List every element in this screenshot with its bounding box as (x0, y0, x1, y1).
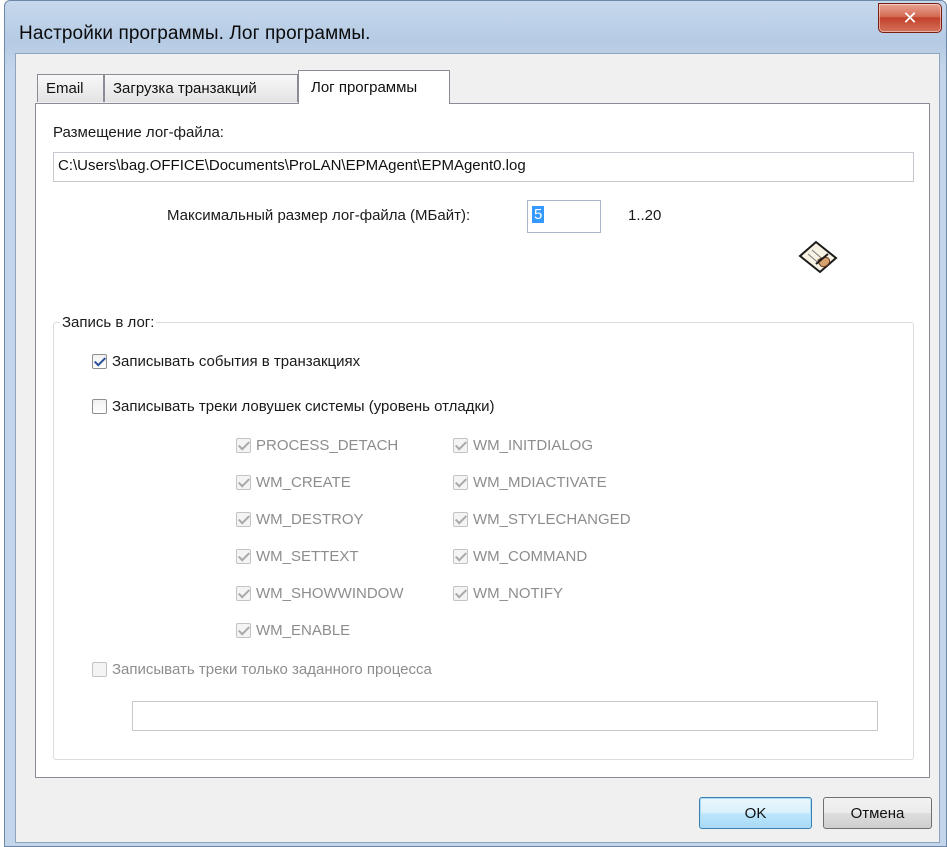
log-writing-group: Запись в лог: Записывать события в транз… (53, 314, 914, 760)
tab-email[interactable]: Email (37, 74, 104, 102)
hook-label: WM_STYLECHANGED (473, 511, 631, 528)
write-hook-traces-label: Записывать треки ловушек системы (уровен… (112, 398, 495, 415)
checkbox-box (453, 475, 468, 490)
hook-wm-create-checkbox[interactable]: WM_CREATE (236, 474, 351, 491)
max-size-value: 5 (532, 206, 545, 223)
hook-wm-stylechanged-checkbox[interactable]: WM_STYLECHANGED (453, 511, 631, 528)
tab-program-log[interactable]: Лог программы (298, 70, 450, 104)
hook-wm-notify-checkbox[interactable]: WM_NOTIFY (453, 585, 563, 602)
checkbox-box (453, 549, 468, 564)
close-icon: ✕ (902, 7, 918, 28)
hook-wm-destroy-checkbox[interactable]: WM_DESTROY (236, 511, 364, 528)
process-name-input[interactable] (132, 701, 878, 731)
hook-label: WM_CREATE (256, 474, 351, 491)
dialog-client-area: Email Загрузка транзакций Лог программы … (15, 53, 940, 843)
hook-label: WM_SHOWWINDOW (256, 585, 404, 602)
close-button[interactable]: ✕ (878, 3, 942, 33)
hook-wm-initdialog-checkbox[interactable]: WM_INITDIALOG (453, 437, 593, 454)
hook-wm-command-checkbox[interactable]: WM_COMMAND (453, 548, 587, 565)
write-transactions-checkbox[interactable]: Записывать события в транзакциях (92, 353, 360, 370)
window-title: Настройки программы. Лог программы. (19, 23, 371, 44)
hook-label: WM_NOTIFY (473, 585, 563, 602)
max-size-label: Максимальный размер лог-файла (МБайт): (167, 207, 471, 224)
only-process-checkbox[interactable]: Записывать треки только заданного процес… (92, 661, 432, 678)
checkbox-box (236, 512, 251, 527)
hook-label: WM_DESTROY (256, 511, 364, 528)
checkbox-box (453, 438, 468, 453)
hook-wm-mdiactivate-checkbox[interactable]: WM_MDIACTIVATE (453, 474, 607, 491)
hook-process-detach-checkbox[interactable]: PROCESS_DETACH (236, 437, 398, 454)
ok-button[interactable]: OK (699, 797, 812, 829)
tab-transaction-loading[interactable]: Загрузка транзакций (104, 74, 298, 102)
checkbox-box (92, 662, 107, 677)
dialog-window: Настройки программы. Лог программы. ✕ Em… (4, 0, 947, 847)
hook-label: WM_MDIACTIVATE (473, 474, 607, 491)
notepad-pen-icon (798, 240, 838, 274)
cancel-button[interactable]: Отмена (823, 797, 932, 829)
checkbox-box (92, 354, 107, 369)
checkbox-box (453, 586, 468, 601)
hook-wm-showwindow-checkbox[interactable]: WM_SHOWWINDOW (236, 585, 403, 602)
tab-panel-program-log: Размещение лог-файла: C:\Users\bag.OFFIC… (35, 103, 930, 778)
checkbox-box (453, 512, 468, 527)
checkbox-box (236, 586, 251, 601)
checkbox-box (236, 549, 251, 564)
hook-label: WM_SETTEXT (256, 548, 359, 565)
checkbox-box (92, 399, 107, 414)
max-size-input[interactable]: 5 (527, 200, 601, 233)
log-file-path-input[interactable]: C:\Users\bag.OFFICE\Documents\ProLAN\EPM… (53, 152, 914, 182)
write-hook-traces-checkbox[interactable]: Записывать треки ловушек системы (уровен… (92, 398, 494, 415)
write-transactions-label: Записывать события в транзакциях (112, 353, 361, 370)
log-writing-group-label: Запись в лог: (60, 314, 157, 331)
log-file-location-label: Размещение лог-файла: (53, 124, 224, 141)
hook-label: PROCESS_DETACH (256, 437, 399, 454)
hook-label: WM_ENABLE (256, 622, 351, 639)
checkbox-box (236, 623, 251, 638)
checkbox-box (236, 438, 251, 453)
hook-label: WM_INITDIALOG (473, 437, 594, 454)
checkbox-box (236, 475, 251, 490)
hook-wm-settext-checkbox[interactable]: WM_SETTEXT (236, 548, 359, 565)
hook-label: WM_COMMAND (473, 548, 588, 565)
hook-wm-enable-checkbox[interactable]: WM_ENABLE (236, 622, 350, 639)
max-size-range-label: 1..20 (628, 207, 662, 224)
only-process-label: Записывать треки только заданного процес… (112, 661, 432, 678)
